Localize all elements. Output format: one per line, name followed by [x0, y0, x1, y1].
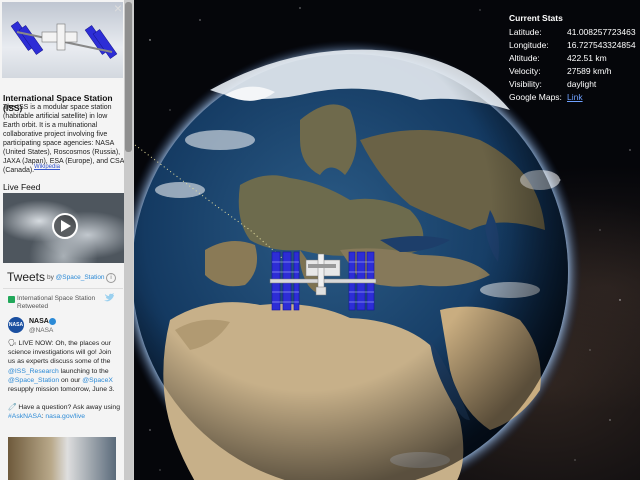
- altitude-value: 422.51 km: [567, 53, 607, 63]
- verified-badge-icon: [49, 318, 56, 325]
- twitter-bird-icon[interactable]: [104, 293, 114, 303]
- info-sidebar: × International Space Station (ISS) The …: [0, 0, 134, 480]
- mention-spacex[interactable]: @SpaceX: [82, 377, 113, 384]
- stat-label: Longitude:: [509, 40, 549, 50]
- hashtag-asknasa[interactable]: #AskNASA: [8, 413, 42, 420]
- stat-label: Velocity:: [509, 66, 541, 76]
- sidebar-scrollbar[interactable]: [124, 0, 133, 480]
- avatar[interactable]: NASA: [8, 317, 24, 333]
- tweets-by-prefix: by: [47, 274, 56, 281]
- iss-thumbnail: [2, 2, 123, 78]
- stat-label: Latitude:: [509, 27, 542, 37]
- google-maps-link[interactable]: Link: [567, 92, 583, 102]
- mention-space-station[interactable]: @Space_Station: [8, 377, 59, 384]
- tweet-text: 🗣 LIVE NOW: Oh, the places our science i…: [8, 339, 120, 394]
- tweet-text-part: 🧷 Have a question? Ask away using: [8, 404, 120, 411]
- avatar-label: NASA: [8, 322, 24, 328]
- stat-label: Altitude:: [509, 53, 540, 63]
- stat-label: Google Maps:: [509, 92, 562, 102]
- divider: [3, 288, 123, 289]
- live-feed-label: Live Feed: [3, 182, 41, 192]
- tweets-title: Tweets: [7, 270, 46, 284]
- iss-description: The ISS is a modular space station (habi…: [3, 104, 125, 174]
- tweet-text-2: 🧷 Have a question? Ask away using #AskNA…: [8, 403, 120, 421]
- current-stats-panel: Current Stats Latitude: 41.008257723463 …: [509, 13, 639, 105]
- tweets-header: Tweets by @Space_Station i: [3, 269, 123, 287]
- retweet-icon: [8, 296, 15, 303]
- tweet-text-part: on our: [59, 376, 83, 384]
- play-icon[interactable]: [52, 213, 78, 239]
- latitude-value: 41.008257723463: [567, 27, 636, 37]
- stat-visibility: Visibility: daylight: [509, 79, 639, 92]
- stat-longitude: Longitude: 16.727543324854: [509, 40, 639, 53]
- live-feed-video[interactable]: [3, 193, 124, 263]
- retweet-note[interactable]: International Space Station Retweeted: [17, 295, 97, 311]
- stat-velocity: Velocity: 27589 km/h: [509, 66, 639, 79]
- stat-altitude: Altitude: 422.51 km: [509, 53, 639, 66]
- stat-latitude: Latitude: 41.008257723463: [509, 27, 639, 40]
- stat-label: Visibility:: [509, 79, 542, 89]
- mention-iss-research[interactable]: @ISS_Research: [8, 368, 59, 375]
- stats-title: Current Stats: [509, 13, 563, 23]
- nasa-live-link[interactable]: nasa.gov/live: [45, 413, 85, 420]
- tweets-by: by @Space_Station: [47, 274, 105, 281]
- tweet-author-handle[interactable]: @NASA: [29, 327, 53, 334]
- visibility-value: daylight: [567, 79, 597, 89]
- tweet-image[interactable]: [8, 437, 116, 480]
- tweet-author-name[interactable]: NASA: [29, 318, 49, 325]
- info-icon[interactable]: i: [106, 273, 116, 283]
- tweet-text-part: 🗣 LIVE NOW: Oh, the places our science i…: [8, 340, 112, 366]
- tweet-text-part: launching to the: [58, 367, 109, 375]
- tweets-by-handle[interactable]: @Space_Station: [56, 274, 105, 281]
- longitude-value: 16.727543324854: [567, 40, 636, 50]
- stat-google-maps: Google Maps: Link: [509, 92, 639, 105]
- close-icon[interactable]: ×: [111, 1, 125, 15]
- velocity-value: 27589 km/h: [567, 66, 612, 76]
- wikipedia-link[interactable]: Wikipedia: [34, 164, 60, 170]
- scrollbar-thumb[interactable]: [125, 2, 132, 152]
- tweet-text-part: resupply mission tomorrow, June 3.: [8, 386, 115, 394]
